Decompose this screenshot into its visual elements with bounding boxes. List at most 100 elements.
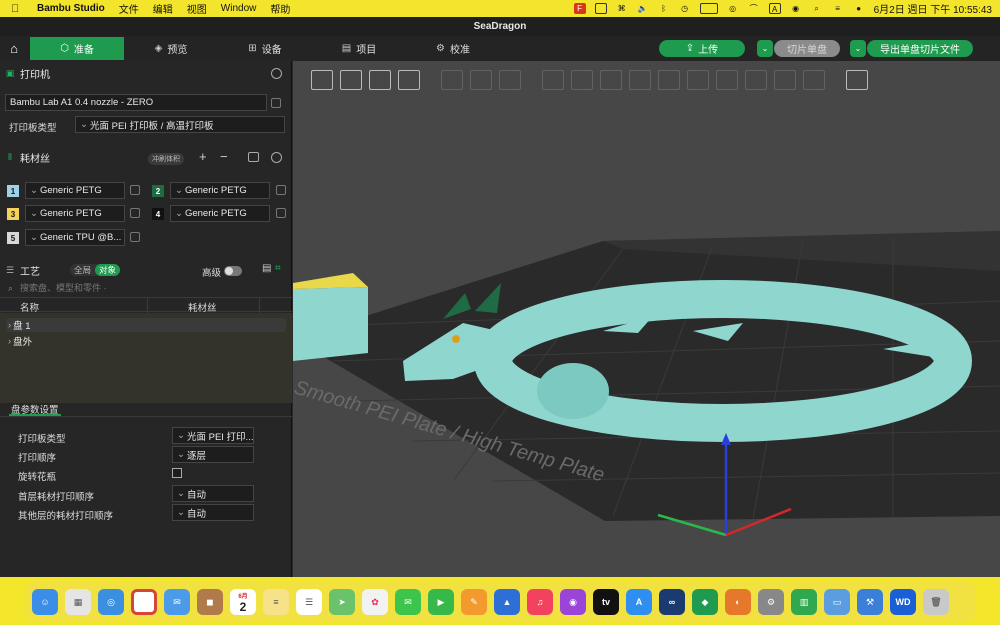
param-plate-type-select[interactable]: ⌄ 光面 PEI 打印... [172,427,254,444]
advanced-toggle[interactable] [224,266,242,276]
chrome-icon[interactable] [131,589,157,615]
filament-edit-icon[interactable] [130,232,140,242]
scope-object-option[interactable]: 对象 [95,264,121,276]
trash-icon[interactable]: 🗑 [923,589,949,615]
column-filament[interactable]: 耗材丝 [188,300,217,314]
preview-icon[interactable]: ▭ [824,589,850,615]
tab-calibrate[interactable]: ⚙ 校准 [406,37,500,60]
printer-edit-icon[interactable] [271,98,281,108]
filament-settings-gear-icon[interactable] [271,152,282,163]
airdrop-icon[interactable]: ◎ [727,3,739,14]
export-dropdown-chevron-icon[interactable]: ⌄ [850,40,866,57]
reminders-icon[interactable]: ☰ [296,589,322,615]
slice-dropdown-chevron-icon[interactable]: ⌄ [757,40,773,57]
upload-button[interactable]: ⇪ 上传 [659,40,745,57]
contacts-icon[interactable]: ◼ [197,589,223,615]
input-source-icon[interactable]: A [768,3,781,14]
tray-accessibility-icon[interactable]: ⌘ [616,3,628,14]
column-name[interactable]: 名称 [20,300,39,314]
tree-view-icon[interactable]: ⌗ [275,263,281,274]
xcode-icon[interactable]: ⚒ [857,589,883,615]
tree-row-outside[interactable]: › 盘外 [6,334,286,349]
param-other-layers-order-select[interactable]: ⌄ 自动 [172,504,254,521]
list-view-icon[interactable]: ▤ [262,263,271,274]
pages-icon[interactable]: ✎ [461,589,487,615]
control-center-icon[interactable]: ≡ [832,3,844,14]
add-filament-icon[interactable]: + [199,149,207,164]
tray-app-icon[interactable]: F [573,3,586,14]
wd-icon[interactable]: WD [890,589,916,615]
safari-icon[interactable]: ◎ [98,589,124,615]
maps-icon[interactable]: ➤ [329,589,355,615]
menu-help[interactable]: 帮助 [270,1,290,16]
menu-view[interactable]: 视图 [187,1,207,16]
search-icon[interactable]: ⌕ [811,3,823,14]
menu-app-name[interactable]: Bambu Studio [37,3,105,14]
filament-select[interactable]: ⌄ Generic PETG [25,205,125,222]
home-icon[interactable]: ⌂ [0,36,28,61]
calibrate-icon: ⚙ [436,43,445,54]
music-icon[interactable]: ♫ [527,589,553,615]
slice-plate-button[interactable]: 切片单盘 [774,40,840,57]
bluetooth-icon[interactable]: ᛒ [658,3,670,14]
calendar-icon[interactable]: 6月 2 [230,589,256,615]
time-machine-icon[interactable]: ◷ [679,3,691,14]
bambu-studio-icon[interactable]: ◆ [692,589,718,615]
filament-select[interactable]: ⌄ Generic PETG [25,182,125,199]
tab-project[interactable]: ▤ 项目 [312,37,406,60]
finder-icon[interactable]: ☺ [32,589,58,615]
dragon-coil [537,363,609,419]
app-store-icon[interactable]: A [626,589,652,615]
filament-edit-icon[interactable] [130,208,140,218]
filament-select[interactable]: ⌄ Generic TPU @B... [25,229,125,246]
user-icon[interactable]: ◉ [790,3,802,14]
filament-edit-icon[interactable] [276,208,286,218]
menu-clock[interactable]: 6月2日 週日 下午 10:55:43 [874,1,992,16]
battery-icon[interactable] [699,3,718,14]
plate-type-select[interactable]: ⌄ 光面 PEI 打印板 / 高温打印板 [75,116,285,133]
tray-grid-icon[interactable] [594,3,607,14]
filament-sync-icon[interactable] [248,152,259,162]
menu-window[interactable]: Window [221,3,257,14]
param-label: 旋转花瓶 [18,472,57,483]
podcasts-icon[interactable]: ◉ [560,589,586,615]
system-preferences-icon[interactable]: ⚙ [758,589,784,615]
siri-icon[interactable]: ● [853,3,865,14]
volume-icon[interactable]: 🔈 [637,3,649,14]
tab-prepare[interactable]: ⬡ 准备 [30,37,124,60]
keynote-icon[interactable]: ▲ [494,589,520,615]
3d-viewport[interactable]: Smooth PEI Plate / High Temp Plate [293,61,1000,577]
apple-icon[interactable]:  [11,3,25,15]
tab-preview[interactable]: ◈ 预览 [124,37,218,60]
tree-row-plate-1[interactable]: › 盘 1 [6,318,286,332]
tab-device[interactable]: ⊞ 设备 [218,37,312,60]
remove-filament-icon[interactable]: − [220,149,228,164]
facetime-icon[interactable]: ▶ [428,589,454,615]
photos-icon[interactable]: ✿ [362,589,388,615]
printer-select[interactable]: Bambu Lab A1 0.4 nozzle - ZERO [5,94,267,111]
object-search-input[interactable] [20,281,285,295]
infinity-icon[interactable]: ∞ [659,589,685,615]
filament-edit-icon[interactable] [130,185,140,195]
messages-icon[interactable]: ✉ [395,589,421,615]
filament-select[interactable]: ⌄ Generic PETG [170,205,270,222]
numbers-icon[interactable]: ▥ [791,589,817,615]
export-sliced-file-button[interactable]: 导出单盘切片文件 [867,40,973,57]
menu-file[interactable]: 文件 [119,1,139,16]
process-scope-toggle[interactable]: 全局 对象 [70,264,121,276]
param-print-sequence-select[interactable]: ⌄ 逐层 [172,446,254,463]
scope-global-option[interactable]: 全局 [70,264,95,276]
spiral-vase-checkbox[interactable] [172,468,182,478]
filament-edit-icon[interactable] [276,185,286,195]
wifi-icon[interactable]: ⌒ [748,3,760,14]
notes-icon[interactable]: ≡ [263,589,289,615]
filament-select[interactable]: ⌄ Generic PETG [170,182,270,199]
menu-edit[interactable]: 编辑 [153,1,173,16]
tv-icon[interactable]: tv [593,589,619,615]
launchpad-icon[interactable]: ▦ [65,589,91,615]
printer-settings-gear-icon[interactable] [271,68,282,79]
blender-icon[interactable]: ◐ [725,589,751,615]
flush-volume-button[interactable]: 冲刷体积 [148,153,184,165]
param-first-layer-order-select[interactable]: ⌄ 自动 [172,485,254,502]
mail-icon[interactable]: ✉ [164,589,190,615]
